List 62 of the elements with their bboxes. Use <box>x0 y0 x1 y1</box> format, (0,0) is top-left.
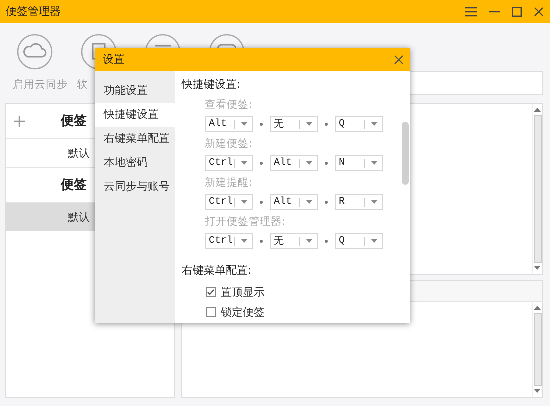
toolbar-label: 软 <box>77 78 88 92</box>
cloud-icon[interactable] <box>17 34 53 70</box>
settings-nav-item[interactable]: 功能设置 <box>95 79 175 103</box>
plus-icon <box>260 122 263 126</box>
menu-icon[interactable] <box>465 6 477 16</box>
key-dropdown[interactable]: Ctrl <box>205 233 253 249</box>
key-dropdown[interactable]: Alt <box>270 194 318 210</box>
key-dropdown[interactable]: N <box>335 155 383 171</box>
caret-icon <box>371 122 378 126</box>
plus-icon <box>325 162 328 164</box>
checkbox[interactable] <box>206 287 216 297</box>
section-heading: 右键菜单配置: <box>182 263 252 279</box>
caret-icon <box>371 239 378 243</box>
scrollbar-thumb[interactable] <box>402 122 409 185</box>
caret-icon <box>241 200 248 204</box>
caret-icon <box>306 200 313 204</box>
caret-icon <box>241 239 248 243</box>
shortcut-label: 新建提醒: <box>205 176 253 190</box>
caret-icon <box>306 239 313 243</box>
scroll-down-icon[interactable] <box>534 389 541 393</box>
caret-icon <box>241 122 248 126</box>
key-dropdown[interactable]: Q <box>335 116 383 132</box>
add-icon[interactable] <box>14 116 25 126</box>
toolbar-label: 启用云同步 <box>13 78 68 92</box>
caret-icon <box>371 200 378 204</box>
plus-icon <box>260 162 263 164</box>
settings-nav-item[interactable]: 云同步与账号 <box>95 175 175 199</box>
key-dropdown[interactable]: Alt <box>270 155 318 171</box>
key-dropdown[interactable]: Alt <box>205 116 253 132</box>
key-dropdown[interactable]: Ctrl <box>205 155 253 171</box>
dialog-title: 设置 <box>103 52 125 67</box>
plus-icon <box>260 200 263 204</box>
plus-icon <box>325 122 328 126</box>
caret-icon <box>371 161 378 165</box>
maximize-icon[interactable] <box>512 6 522 16</box>
key-dropdown[interactable]: Q <box>335 233 383 249</box>
key-dropdown[interactable]: 无 <box>270 233 318 249</box>
shortcut-label: 新建便签: <box>205 137 253 151</box>
key-dropdown[interactable]: 无 <box>270 116 318 132</box>
caret-icon <box>306 161 313 165</box>
shortcut-label: 查看便签: <box>205 98 253 112</box>
window-title: 便签管理器 <box>6 4 62 19</box>
section-heading: 快捷键设置: <box>182 77 241 93</box>
scroll-down-icon[interactable] <box>534 266 541 270</box>
scrollbar[interactable] <box>532 302 542 397</box>
checkbox-label: 置顶显示 <box>221 284 265 300</box>
settings-nav-item[interactable]: 快捷键设置 <box>95 103 175 127</box>
plus-icon <box>260 240 263 242</box>
scroll-up-icon[interactable] <box>534 108 541 112</box>
checkbox[interactable] <box>206 307 216 317</box>
plus-icon <box>325 200 328 204</box>
checkbox-label: 锁定便签 <box>221 304 265 320</box>
close-icon[interactable] <box>394 54 404 64</box>
plus-icon <box>325 240 328 242</box>
caret-icon <box>306 122 313 126</box>
key-dropdown[interactable]: Ctrl <box>205 194 253 210</box>
scrollbar[interactable] <box>532 104 542 274</box>
scroll-up-icon[interactable] <box>534 306 541 310</box>
shortcut-label: 打开便签管理器: <box>205 215 286 229</box>
key-dropdown[interactable]: R <box>335 194 383 210</box>
close-icon[interactable] <box>534 6 544 16</box>
caret-icon <box>241 161 248 165</box>
